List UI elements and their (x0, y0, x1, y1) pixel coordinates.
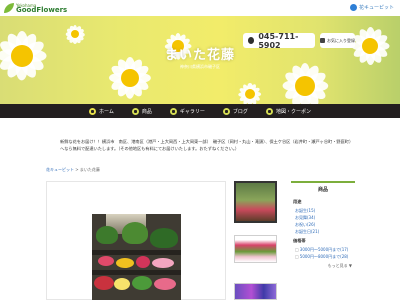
sidebar-item[interactable]: お祝い(26) (291, 221, 355, 228)
photo-flowers (136, 256, 150, 268)
photo-foliage (96, 226, 118, 244)
nav-item-map-coupon[interactable]: 地図・クーポン (265, 107, 311, 115)
sidebar-price-item[interactable]: 3000円～5000円まで(17) (291, 246, 355, 253)
nav-item-home[interactable]: ホーム (89, 107, 114, 115)
favorite-button[interactable]: お気に入り登録 (320, 33, 355, 48)
nav-label: 商品 (141, 108, 152, 115)
bookmark-icon (320, 38, 325, 43)
nav-label: ホーム (99, 108, 114, 115)
sidebar-item[interactable]: お誕生日(21) (291, 228, 355, 235)
sidebar-price-item[interactable]: 5000円～8000円まで(28) (291, 253, 355, 260)
photo-flowers (116, 258, 134, 268)
show-more-link[interactable]: もっと見る (291, 263, 355, 269)
photo-shelf (92, 270, 181, 275)
thumbnail-image (235, 236, 276, 262)
map-pin-icon (265, 107, 273, 115)
nav-label: ギャラリー (179, 108, 205, 115)
photo-flowers (98, 256, 114, 266)
nav-item-gallery[interactable]: ギャラリー (169, 107, 205, 115)
photo-shelf (92, 250, 181, 255)
photo-foliage (150, 228, 178, 248)
nav-label: 地図・クーポン (275, 108, 311, 115)
shop-location: 神奈川県横浜市磯子区 (180, 64, 220, 69)
camera-icon (169, 107, 177, 115)
sidebar-heading-purpose: 用途 (293, 199, 302, 204)
thumbnail-image (235, 284, 276, 299)
shop-intro: 新鮮な花をお届け！！横浜市 南区、港南区（港戸・上大岡西・上大岡東一部） 磯子区… (60, 138, 360, 152)
nav-item-blog[interactable]: ブログ (222, 107, 248, 115)
gallery-thumbnail[interactable] (234, 181, 277, 223)
gallery-thumbnail[interactable] (234, 235, 277, 263)
favorite-label: お気に入り登録 (327, 37, 355, 43)
daisy-center (294, 75, 316, 97)
shop-photo[interactable] (92, 214, 181, 300)
gallery-thumbnail[interactable] (234, 283, 277, 300)
flower-logo-icon (349, 4, 357, 11)
intro-line-2: へなら無料で配達いたします。（その他地区も有料にてお届けいたします。おたずねくだ… (60, 146, 240, 151)
leaf-logo-icon (4, 3, 14, 13)
breadcrumb-current: まいた花藤 (79, 167, 100, 172)
partner-logo[interactable]: 花キューピット (349, 4, 394, 11)
nav-item-products[interactable]: 商品 (131, 107, 152, 115)
photo-flowers (152, 258, 174, 268)
photo-flowers (114, 278, 130, 290)
phone-number: 045-711-5902 (258, 31, 299, 50)
hero-banner: まいた花藤 神奈川県横浜市磯子区 045-711-5902 お気に入り登録 (0, 16, 400, 118)
intro-line-1: 新鮮な花をお届け！！横浜市 南区、港南区（港戸・上大岡西・上大岡東一部） 磯子区… (60, 139, 354, 144)
gift-icon (131, 107, 139, 115)
sidebar-item[interactable]: お誕生(15) (291, 207, 355, 214)
home-icon (89, 107, 97, 115)
photo-foliage (122, 222, 148, 244)
sidebar-heading-price: 価格帯 (293, 238, 306, 243)
daisy-flower (238, 82, 262, 106)
logo-main-text: GoodFlowers (16, 6, 68, 14)
top-strip: Yokohama GoodFlowers 花キューピット (0, 0, 400, 16)
pencil-icon (222, 107, 230, 115)
photo-flowers (132, 276, 152, 290)
partner-logo-text: 花キューピット (358, 5, 394, 11)
photo-flowers (154, 278, 176, 290)
phone-box[interactable]: 045-711-5902 (243, 31, 315, 50)
daisy-center (244, 88, 256, 100)
breadcrumb: 花キューピット > まいた花藤 (46, 167, 100, 173)
daisy-flower (65, 24, 85, 44)
nav-label: ブログ (232, 108, 248, 115)
sidebar-title: 商品 (317, 187, 328, 193)
main-nav: ホーム 商品 ギャラリー ブログ 地図・クーポン (0, 104, 400, 118)
thumbnail-image (236, 183, 275, 221)
phone-icon (248, 37, 255, 44)
sidebar-item[interactable]: お見舞(34) (291, 214, 355, 221)
site-logo[interactable]: Yokohama GoodFlowers (4, 2, 67, 14)
photo-flowers (94, 276, 114, 290)
product-sidebar: 商品 用途 お誕生(15) お見舞(34) お祝い(26) お誕生日(21) 価… (291, 181, 355, 300)
breadcrumb-home-link[interactable]: 花キューピット (46, 167, 74, 172)
